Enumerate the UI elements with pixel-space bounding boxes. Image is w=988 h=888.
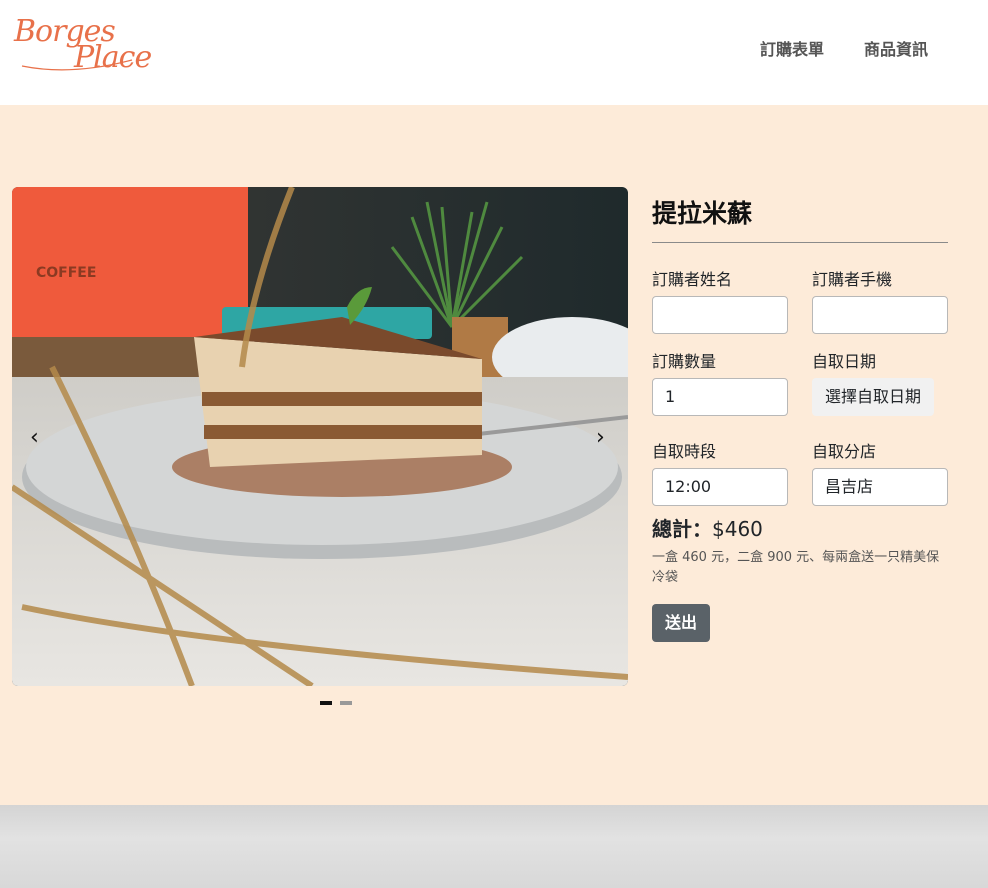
phone-label: 訂購者手機 [812, 270, 893, 289]
brand-logo[interactable]: Borges Place [12, 14, 160, 78]
product-carousel: COFFEE ‹ › [12, 187, 628, 686]
branch-select[interactable]: 昌吉店 [812, 468, 948, 506]
quantity-input[interactable]: 1 [652, 378, 788, 416]
total-label: 總計： [652, 517, 712, 541]
quantity-label: 訂購數量 [652, 352, 717, 371]
name-input[interactable] [652, 296, 788, 334]
order-total: 總計：$460 [652, 513, 763, 542]
chevron-right-icon[interactable]: › [596, 425, 605, 450]
branch-label: 自取分店 [812, 442, 877, 461]
footer-background [0, 805, 988, 888]
submit-button[interactable]: 送出 [652, 604, 710, 642]
carousel-indicators [320, 701, 352, 705]
total-value: $460 [712, 517, 763, 541]
tiramisu-photo: COFFEE [12, 187, 628, 686]
phone-input[interactable] [812, 296, 948, 334]
name-label: 訂購者姓名 [652, 270, 733, 289]
indicator-slide-2[interactable] [340, 701, 352, 705]
time-label: 自取時段 [652, 442, 717, 461]
pricing-note: 一盒 460 元，二盒 900 元、每兩盒送一只精美保冷袋 [652, 550, 940, 585]
pick-date-button[interactable]: 選擇自取日期 [812, 378, 934, 416]
nav-product-info[interactable]: 商品資訊 [864, 36, 928, 60]
nav-order-form[interactable]: 訂購表單 [760, 36, 824, 60]
site-header: Borges Place 訂購表單 商品資訊 [0, 0, 988, 105]
bag-label: COFFEE [36, 265, 96, 281]
date-label: 自取日期 [812, 352, 877, 371]
product-title: 提拉米蘇 [652, 199, 753, 228]
chevron-left-icon[interactable]: ‹ [30, 425, 39, 450]
logo-text-line2: Place [74, 40, 152, 75]
time-select[interactable]: 12:00 [652, 468, 788, 506]
title-divider [652, 242, 948, 243]
indicator-slide-1[interactable] [320, 701, 332, 705]
